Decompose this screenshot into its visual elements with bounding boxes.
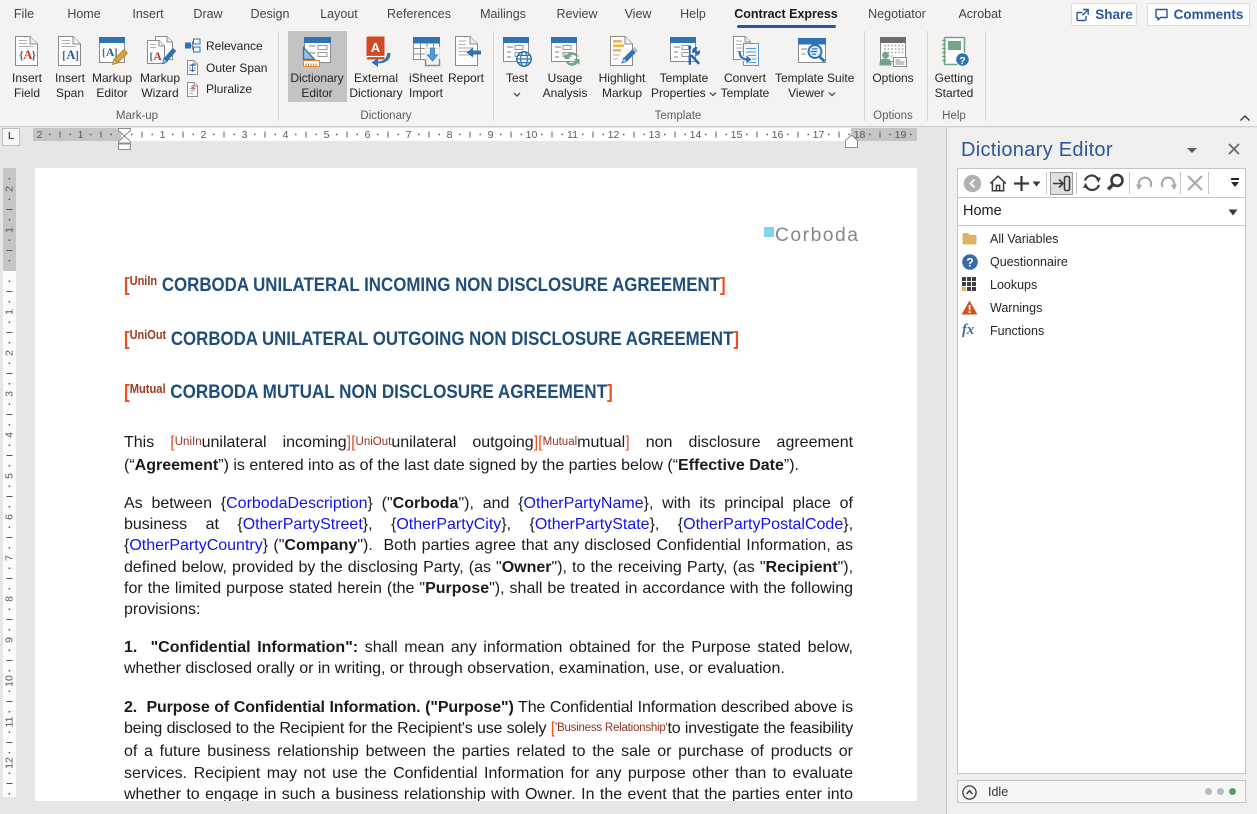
svg-text:6: 6: [4, 514, 16, 520]
svg-text:16: 16: [772, 129, 784, 141]
svg-text:5: 5: [4, 473, 16, 479]
svg-text:3: 3: [4, 391, 16, 397]
svg-text:12: 12: [608, 129, 620, 141]
svg-text:7: 7: [406, 129, 412, 141]
svg-text:A: A: [371, 40, 381, 55]
svg-text:8: 8: [4, 596, 16, 602]
svg-text:4: 4: [4, 432, 16, 438]
svg-text:15: 15: [731, 129, 743, 141]
svg-text:8: 8: [447, 129, 453, 141]
svg-text:10: 10: [4, 675, 16, 687]
svg-text:4: 4: [283, 129, 289, 141]
svg-text:s: s: [191, 84, 195, 91]
svg-text:2: 2: [4, 350, 16, 356]
svg-text:14: 14: [690, 129, 702, 141]
svg-text:7: 7: [4, 555, 16, 561]
svg-text:12: 12: [4, 757, 16, 769]
svg-text:2: 2: [201, 129, 207, 141]
svg-text:11: 11: [4, 716, 16, 727]
svg-text:6: 6: [365, 129, 371, 141]
svg-text:9: 9: [4, 637, 16, 643]
svg-text:19: 19: [895, 129, 907, 141]
svg-text:?: ?: [966, 255, 973, 269]
svg-text:A: A: [154, 51, 163, 63]
svg-text:1: 1: [4, 309, 16, 315]
svg-text:2: 2: [4, 186, 16, 192]
svg-text:1: 1: [78, 129, 84, 141]
svg-text:1: 1: [160, 129, 166, 141]
svg-text:[: [: [62, 48, 66, 62]
svg-text:10: 10: [526, 129, 538, 141]
svg-text:1: 1: [4, 227, 16, 233]
svg-text:17: 17: [813, 129, 825, 141]
svg-text:?: ?: [959, 55, 965, 67]
svg-text:3: 3: [242, 129, 248, 141]
svg-text:11: 11: [567, 129, 578, 141]
svg-text:9: 9: [488, 129, 494, 141]
svg-text:13: 13: [649, 129, 661, 141]
svg-text:5: 5: [324, 129, 330, 141]
svg-text:2: 2: [37, 129, 43, 141]
